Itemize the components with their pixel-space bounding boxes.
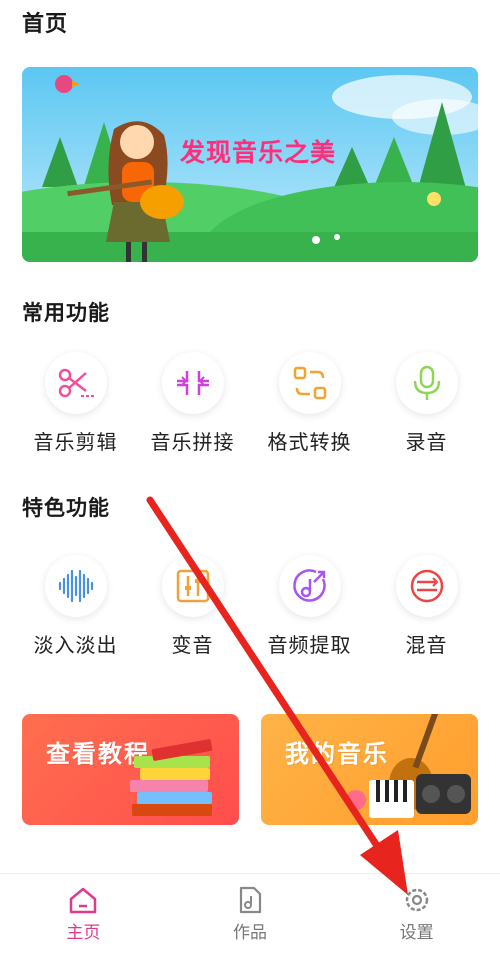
tab-works-label: 作品: [233, 923, 267, 943]
record-label: 录音: [405, 430, 448, 454]
page-title: 首页: [22, 12, 69, 37]
audio-extract-button[interactable]: 音频提取: [251, 555, 368, 658]
audio-extract-label: 音频提取: [267, 633, 352, 657]
my-music-card[interactable]: 我的音乐: [261, 714, 478, 825]
format-convert-button[interactable]: 格式转换: [251, 352, 368, 455]
fade-button[interactable]: 淡入淡出: [17, 555, 134, 658]
special-functions-grid: 淡入淡出 变音 音频提取 混音: [0, 555, 500, 658]
tab-settings[interactable]: 设置: [333, 874, 500, 953]
scissors-icon: [58, 368, 94, 398]
voice-change-label: 变音: [171, 633, 214, 657]
music-merge-label: 音乐拼接: [150, 430, 235, 454]
gear-icon: [405, 888, 428, 912]
instruments-icon: [346, 714, 471, 818]
music-note-icon: [292, 569, 326, 602]
equalizer-icon: [176, 569, 209, 603]
format-convert-label: 格式转换: [267, 430, 352, 454]
common-functions-grid: 音乐剪辑 音乐拼接 格式转换 录音: [0, 352, 500, 455]
tab-home-label: 主页: [66, 923, 101, 943]
banner[interactable]: 发现音乐之美: [22, 67, 478, 262]
home-icon: [70, 887, 97, 914]
mix-button[interactable]: 混音: [368, 555, 485, 658]
merge-icon: [176, 371, 209, 395]
fade-label: 淡入淡出: [33, 633, 118, 657]
books-icon: [130, 739, 213, 816]
waveform-icon: [58, 569, 93, 603]
common-functions-title: 常用功能: [22, 301, 110, 325]
convert-icon: [293, 366, 326, 400]
music-cut-label: 音乐剪辑: [33, 430, 118, 454]
microphone-icon: [413, 365, 440, 400]
tab-works[interactable]: 作品: [167, 874, 334, 953]
mix-label: 混音: [405, 633, 448, 657]
voice-change-button[interactable]: 变音: [134, 555, 251, 658]
tab-home[interactable]: 主页: [0, 874, 167, 953]
music-cut-button[interactable]: 音乐剪辑: [17, 352, 134, 455]
document-icon: [239, 886, 262, 914]
tab-settings-label: 设置: [399, 923, 434, 943]
bottom-tab-bar: 主页 作品 设置: [0, 873, 500, 953]
tutorial-card[interactable]: 查看教程: [22, 714, 239, 825]
record-button[interactable]: 录音: [368, 352, 485, 455]
music-merge-button[interactable]: 音乐拼接: [134, 352, 251, 455]
special-functions-title: 特色功能: [22, 496, 110, 520]
mix-icon: [410, 569, 443, 603]
banner-title: 发现音乐之美: [180, 138, 337, 167]
